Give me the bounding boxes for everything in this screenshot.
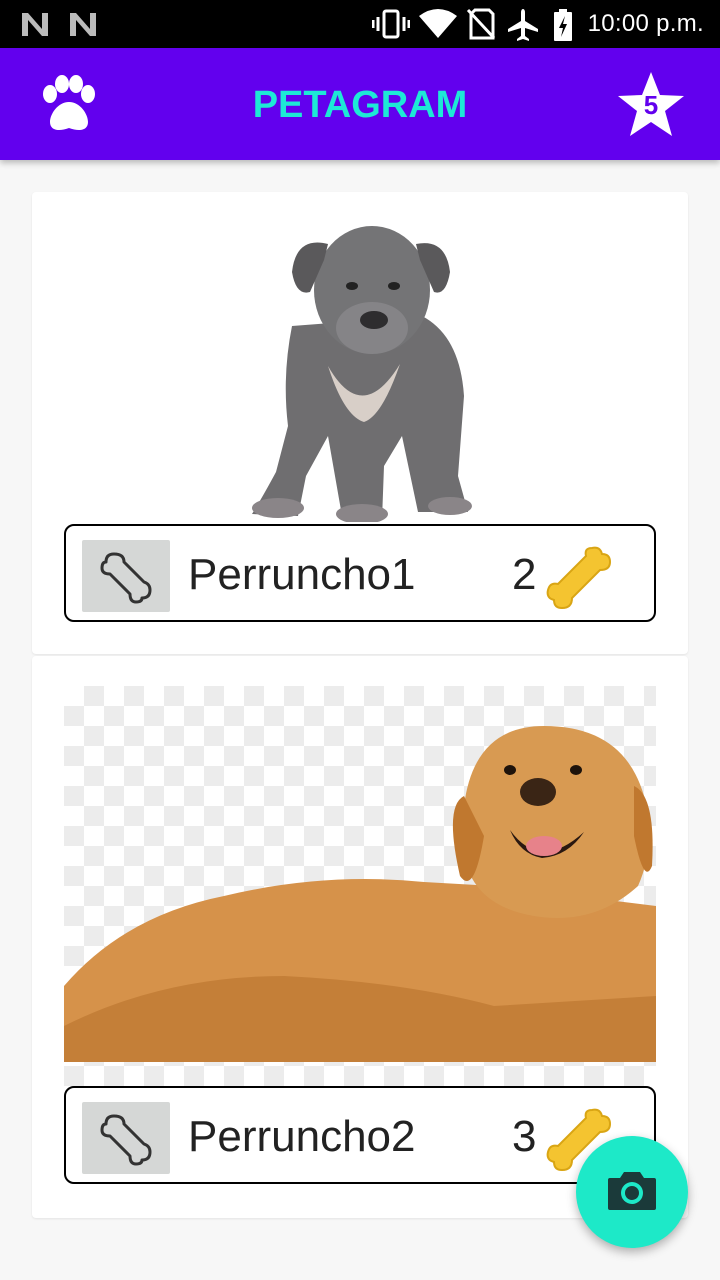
pet-card: Perruncho2 3: [32, 656, 688, 1218]
app-title: PETAGRAM: [252, 84, 468, 126]
wifi-icon: [419, 9, 457, 38]
like-button[interactable]: [82, 1102, 170, 1174]
airplane-icon: [508, 9, 538, 41]
like-count: 3: [512, 1112, 537, 1161]
bone-outline-icon: [100, 552, 152, 604]
camera-icon: [608, 1172, 656, 1210]
like-button[interactable]: [82, 540, 170, 612]
gray-puppy-photo: [252, 226, 472, 522]
battery-icon: [554, 9, 572, 41]
like-count: 2: [512, 550, 537, 599]
app-bar: PETAGRAM 5: [0, 48, 720, 160]
gold-bone-icon: [546, 546, 612, 610]
n-notification-icon: [22, 13, 48, 36]
n-notification-icon: [70, 13, 96, 36]
bone-outline-icon: [100, 1114, 152, 1166]
golden-retriever-image: [64, 726, 656, 1062]
star-count: 5: [643, 90, 659, 120]
no-sim-icon: [466, 8, 496, 40]
vibrate-icon: [372, 9, 410, 39]
golden-retriever-photo: [64, 686, 656, 1086]
status-time: 10:00 p.m.: [587, 10, 704, 37]
pet-info-box: Perruncho1 2: [64, 524, 656, 622]
pet-info-box: Perruncho2 3: [64, 1086, 656, 1184]
status-bar: 10:00 p.m.: [0, 0, 720, 48]
pet-name: Perruncho2: [188, 1112, 416, 1161]
camera-fab-button[interactable]: [576, 1136, 688, 1248]
pet-card: Perruncho1 2: [32, 192, 688, 654]
pet-name: Perruncho1: [188, 550, 416, 599]
